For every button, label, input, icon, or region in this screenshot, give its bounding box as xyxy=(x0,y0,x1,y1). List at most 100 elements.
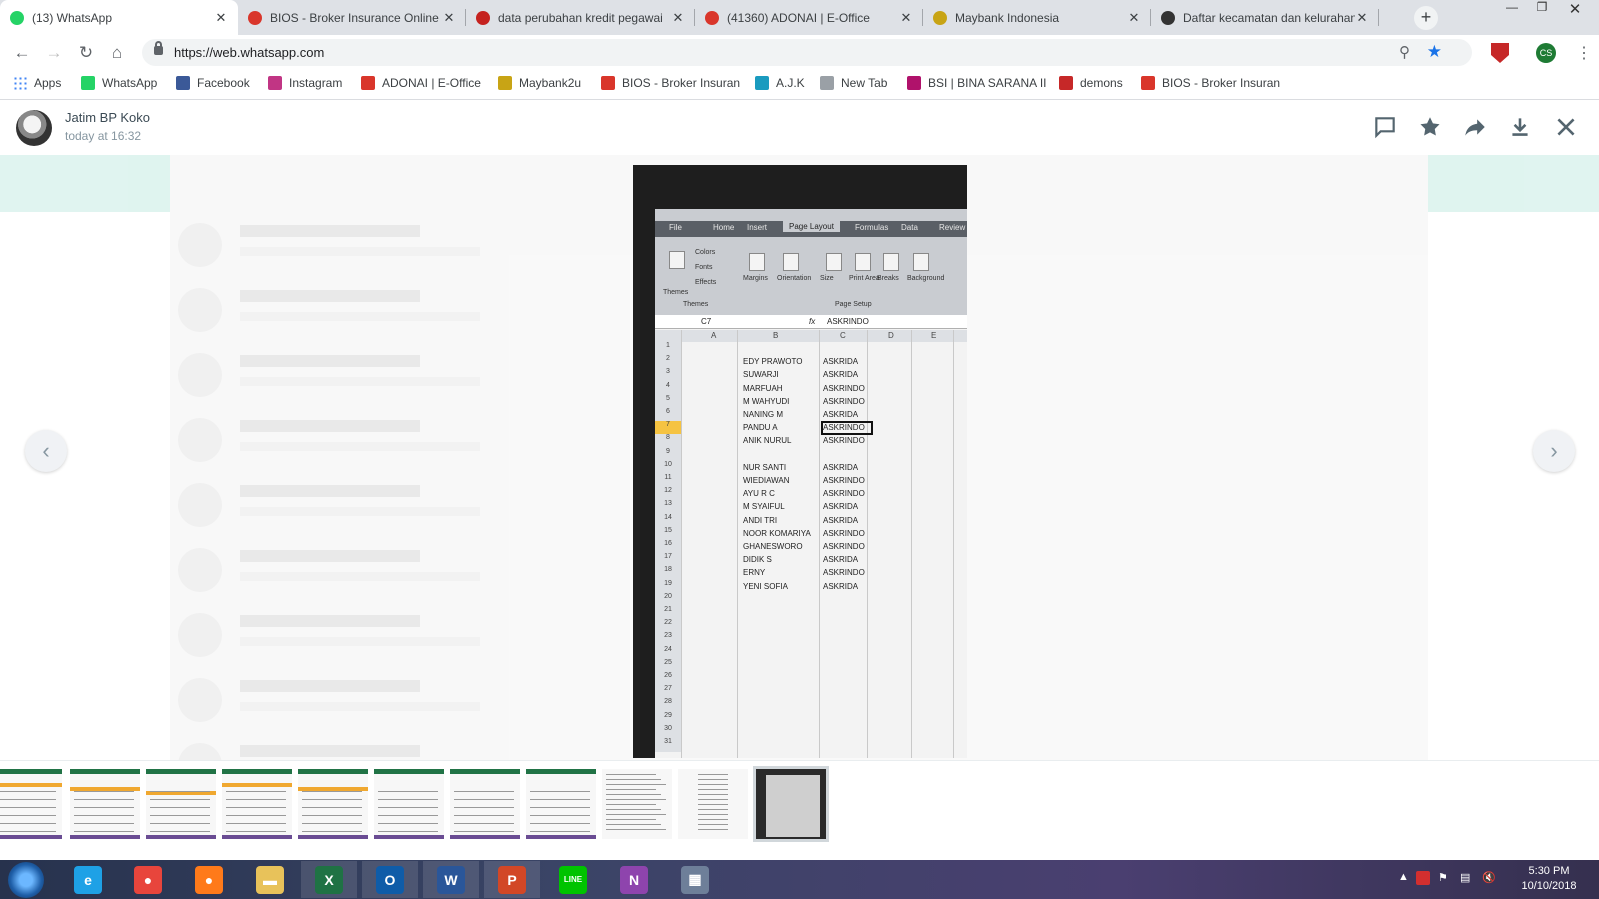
tab-close-icon[interactable]: ✕ xyxy=(671,10,685,26)
start-button[interactable] xyxy=(8,862,44,898)
windows-taskbar: e ● ● ▬ X O W P LINE N ▦ ▲ ⚑ ▤ 🔇 5:30 PM 10/10/201… xyxy=(0,860,1599,899)
bookmark-item[interactable]: Facebook xyxy=(176,76,250,90)
media-thumbnail[interactable] xyxy=(70,769,140,839)
close-icon[interactable] xyxy=(1553,114,1579,140)
row-number: 16 xyxy=(655,540,681,554)
bookmark-item[interactable]: demons xyxy=(1059,76,1123,90)
bookmark-label: WhatsApp xyxy=(102,76,158,90)
line-icon[interactable]: LINE xyxy=(545,861,601,898)
media-thumbnail[interactable] xyxy=(526,769,596,839)
browser-tab[interactable]: (13) WhatsApp ✕ xyxy=(0,0,238,35)
bookmark-item[interactable]: New Tab xyxy=(820,76,887,90)
sender-avatar[interactable] xyxy=(16,110,52,146)
media-thumbnail[interactable] xyxy=(753,766,829,842)
ribbon-button-icon xyxy=(749,253,765,271)
bookmark-item[interactable]: ADONAI | E-Office xyxy=(361,76,481,90)
ribbon-command: Size xyxy=(820,275,834,282)
star-icon[interactable] xyxy=(1417,114,1443,140)
tab-close-icon[interactable]: ✕ xyxy=(442,10,456,26)
media-thumbnail[interactable] xyxy=(602,769,672,839)
bookmark-item[interactable]: Maybank2u xyxy=(498,76,581,90)
profile-avatar[interactable]: CS xyxy=(1536,43,1556,63)
media-thumbnail[interactable] xyxy=(0,769,62,839)
tray-arrow-icon[interactable]: ▲ xyxy=(1398,871,1409,883)
download-icon[interactable] xyxy=(1507,114,1533,140)
column-headers: ABCDEF xyxy=(655,330,967,342)
firefox-icon[interactable]: ● xyxy=(181,861,237,898)
bookmark-label: Maybank2u xyxy=(519,76,582,90)
internet-explorer-icon[interactable]: e xyxy=(60,861,116,898)
system-clock[interactable]: 5:30 PM 10/10/2018 xyxy=(1508,864,1590,894)
browser-tab[interactable]: data perubahan kredit pegawai ✕ xyxy=(466,0,695,35)
media-thumbnail[interactable] xyxy=(374,769,444,839)
tab-close-icon[interactable]: ✕ xyxy=(1355,10,1369,26)
network-icon[interactable]: ▤ xyxy=(1460,871,1470,884)
word-icon[interactable]: W xyxy=(423,861,479,898)
column-header: D xyxy=(888,331,894,340)
ribbon-button-icon xyxy=(913,253,929,271)
tray-app-icon[interactable] xyxy=(1416,871,1430,885)
forward-icon[interactable] xyxy=(1462,114,1488,140)
chrome-icon[interactable]: ● xyxy=(120,861,176,898)
cell-insurer: ASKRINDO xyxy=(823,396,865,406)
message-icon[interactable] xyxy=(1372,114,1398,140)
reload-icon[interactable]: ↻ xyxy=(74,41,98,65)
new-tab-button[interactable]: + xyxy=(1414,6,1438,30)
next-media-button[interactable]: › xyxy=(1533,430,1575,472)
bookmark-star-icon[interactable]: ★ xyxy=(1427,42,1442,62)
row-number: 20 xyxy=(655,593,681,607)
bookmark-item[interactable]: BIOS - Broker Insuran xyxy=(601,76,740,90)
cell-name: SUWARJI xyxy=(743,370,779,380)
cell-insurer: ASKRIDA xyxy=(823,410,859,419)
bookmark-item[interactable]: BSI | BINA SARANA II xyxy=(907,76,1047,90)
row-number: 10 xyxy=(655,461,681,475)
extension-shield-icon[interactable] xyxy=(1491,43,1509,63)
calculator-icon[interactable]: ▦ xyxy=(667,861,723,898)
bookmark-item[interactable]: Instagram xyxy=(268,76,342,90)
back-icon[interactable]: ← xyxy=(10,41,34,65)
ribbon-button-icon xyxy=(826,253,842,271)
media-thumbnail[interactable] xyxy=(298,769,368,839)
media-thumbnail[interactable] xyxy=(678,769,748,839)
previous-media-button[interactable]: ‹ xyxy=(25,430,67,472)
volume-muted-icon[interactable]: 🔇 xyxy=(1482,871,1496,884)
cell-name: ERNY xyxy=(743,568,766,578)
excel-icon[interactable]: X xyxy=(301,861,357,898)
menu-dots-icon[interactable]: ⋮ xyxy=(1576,43,1592,63)
powerpoint-icon[interactable]: P xyxy=(484,861,540,898)
browser-tab[interactable]: Maybank Indonesia ✕ xyxy=(923,0,1151,35)
tab-close-icon[interactable]: ✕ xyxy=(214,10,228,26)
media-thumbnail[interactable] xyxy=(146,769,216,839)
bookmark-item[interactable]: WhatsApp xyxy=(81,76,157,90)
cell-name: PANDU A xyxy=(743,423,778,433)
tab-title: Maybank Indonesia xyxy=(955,10,1060,25)
bookmark-item[interactable]: A.J.K xyxy=(755,76,805,90)
browser-tab[interactable]: BIOS - Broker Insurance Online ✕ xyxy=(238,0,466,35)
flag-icon[interactable]: ⚑ xyxy=(1438,871,1448,884)
browser-tab[interactable]: (41360) ADONAI | E-Office ✕ xyxy=(695,0,923,35)
forward-nav-icon[interactable]: → xyxy=(42,41,66,65)
media-thumbnail[interactable] xyxy=(222,769,292,839)
bookmark-item[interactable]: BIOS - Broker Insuran xyxy=(1141,76,1280,90)
tab-close-icon[interactable]: ✕ xyxy=(899,10,913,26)
media-thumbnail[interactable] xyxy=(450,769,520,839)
close-window-icon[interactable]: ✕ xyxy=(1560,0,1590,20)
cell-insurer: ASKRINDO xyxy=(823,489,865,499)
cell-insurer: ASKRIDA xyxy=(823,515,859,525)
whatsapp-icon xyxy=(81,76,95,90)
bookmark-item[interactable]: Apps xyxy=(13,76,61,90)
file-explorer-icon[interactable]: ▬ xyxy=(242,861,298,898)
minimize-icon[interactable]: — xyxy=(1497,0,1527,20)
zoom-icon[interactable]: ⚲ xyxy=(1399,43,1410,61)
restore-icon[interactable]: ❐ xyxy=(1527,0,1557,20)
row-number: 28 xyxy=(655,698,681,712)
media-thumbnail-strip xyxy=(0,760,1599,860)
tab-close-icon[interactable]: ✕ xyxy=(1127,10,1141,26)
row-number: 9 xyxy=(655,448,681,462)
tab-title: (41360) ADONAI | E-Office xyxy=(727,10,870,25)
browser-tab[interactable]: Daftar kecamatan dan kelurahan ✕ xyxy=(1151,0,1379,35)
onenote-icon[interactable]: N xyxy=(606,861,662,898)
outlook-icon[interactable]: O xyxy=(362,861,418,898)
address-bar[interactable]: https://web.whatsapp.com ⚲ ★ xyxy=(142,39,1472,66)
home-icon[interactable]: ⌂ xyxy=(105,41,129,65)
